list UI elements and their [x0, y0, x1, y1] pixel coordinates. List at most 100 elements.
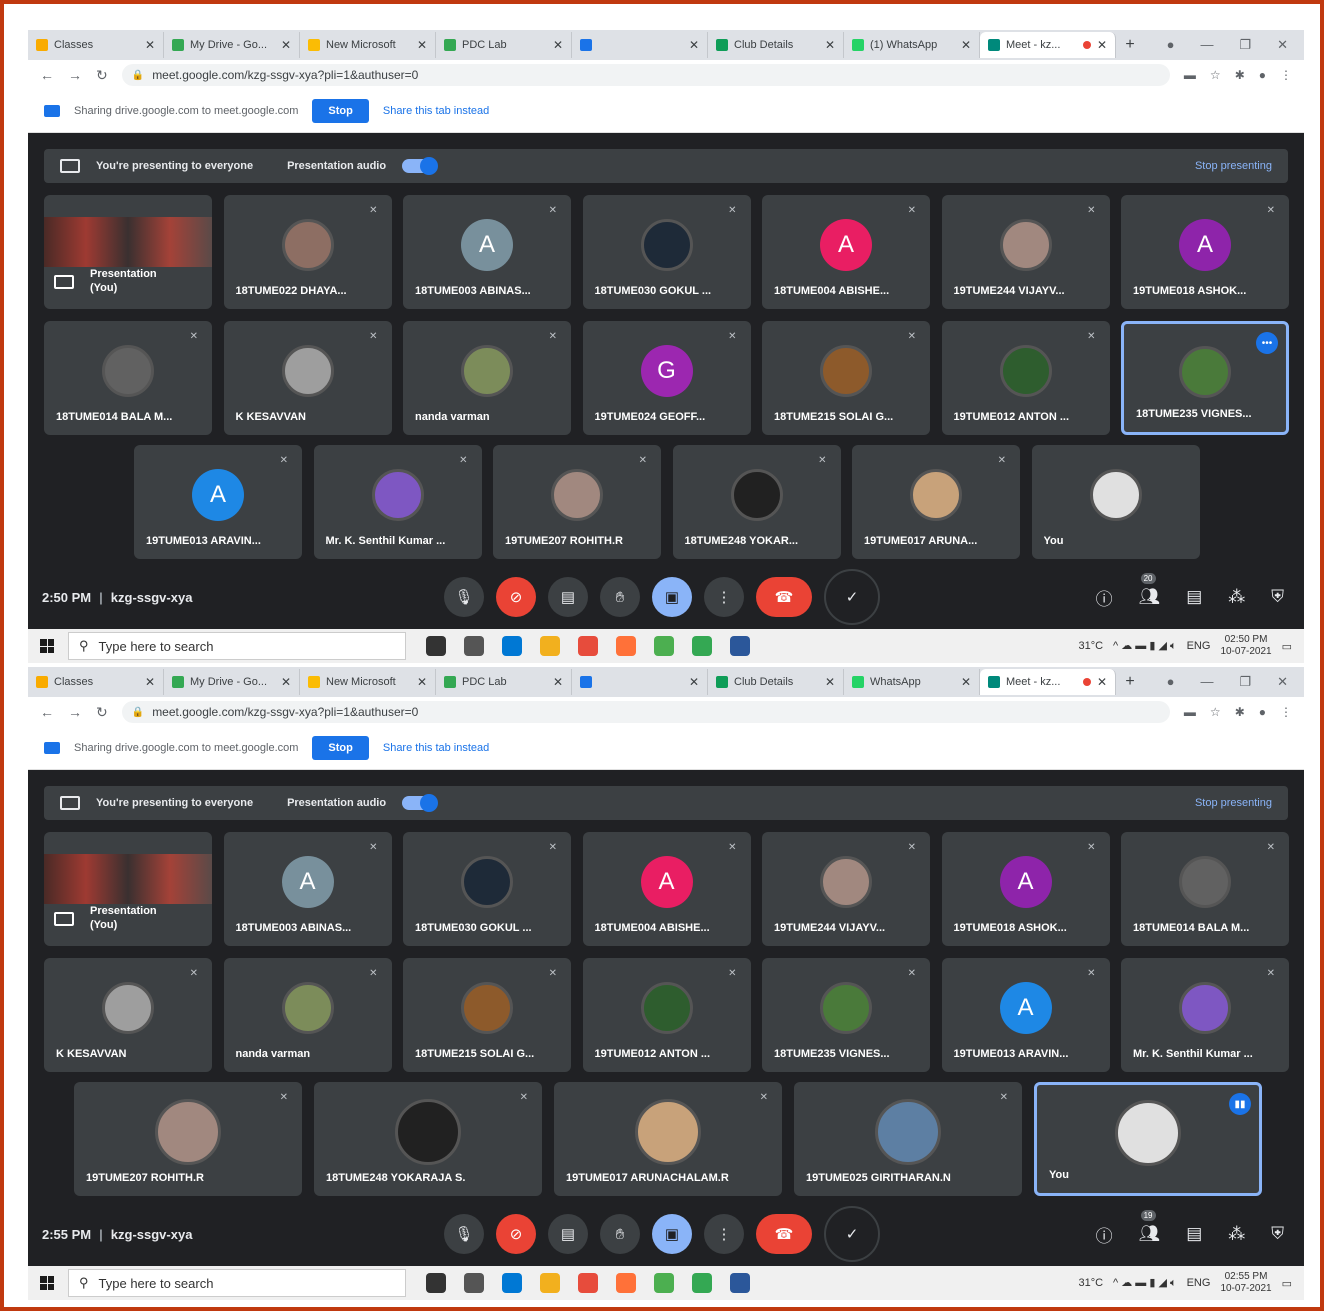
close-tab-icon[interactable]: ✕ [961, 38, 971, 52]
word-icon[interactable] [730, 636, 750, 656]
browser-tab[interactable]: WhatsApp ✕ [844, 669, 980, 695]
activities-icon[interactable]: ⁂ [1228, 1224, 1245, 1244]
close-tab-icon[interactable]: ✕ [281, 38, 291, 52]
activities-icon[interactable]: ⁂ [1228, 587, 1245, 607]
browser-tab[interactable]: Meet - kz... ✕ [980, 669, 1116, 695]
raise-hand-button[interactable]: ✋︎ [600, 1214, 640, 1254]
taskbar-search-box[interactable]: ⚲ Type here to search [68, 1269, 406, 1297]
back-icon[interactable]: ← [40, 704, 54, 720]
word-icon[interactable] [730, 1273, 750, 1293]
chrome-active-icon[interactable] [692, 1273, 712, 1293]
participant-tile[interactable]: A ✕ 19TUME013 ARAVIN... [134, 445, 302, 559]
participant-tile[interactable]: A ✕ 18TUME004 ABISHE... [582, 832, 751, 946]
participant-tile[interactable]: G ✕ 19TUME024 GEOFF... [582, 321, 751, 435]
taskbar-search-box[interactable]: ⚲ Type here to search [68, 632, 406, 660]
close-tab-icon[interactable]: ✕ [417, 38, 427, 52]
browser-tab[interactable]: Classes ✕ [28, 32, 164, 58]
participant-tile[interactable]: ✕ 19TUME244 VIJAYV... [762, 832, 930, 946]
stop-sharing-button[interactable]: Stop [312, 99, 369, 123]
participant-tile[interactable]: ▮▮ You [1034, 1082, 1262, 1196]
chat-icon[interactable]: ▤ [1186, 587, 1202, 607]
participant-tile[interactable]: ✕ nanda varman [403, 321, 571, 435]
captions-button[interactable]: ▤ [548, 577, 588, 617]
share-this-tab-link[interactable]: Share this tab instead [383, 742, 489, 754]
close-tab-icon[interactable]: ✕ [145, 675, 155, 689]
participant-tile[interactable]: ✕ 19TUME017 ARUNACHALAM.R [554, 1082, 782, 1196]
browser-tab[interactable]: Club Details ✕ [708, 32, 844, 58]
maximize-icon[interactable]: ❐ [1239, 674, 1251, 690]
participant-tile[interactable]: A ✕ 18TUME003 ABINAS... [223, 832, 392, 946]
profile-avatar-icon[interactable]: ● [1259, 68, 1266, 82]
participant-tile[interactable]: You [1031, 445, 1200, 559]
cortana-icon[interactable] [426, 636, 446, 656]
browser-tab[interactable]: Meet - kz... ✕ [980, 32, 1116, 58]
presentation-audio-toggle[interactable] [402, 794, 439, 812]
task-view-icon[interactable] [464, 636, 484, 656]
cortana-icon[interactable] [426, 1273, 446, 1293]
close-tab-icon[interactable]: ✕ [281, 675, 291, 689]
office-icon[interactable] [578, 1273, 598, 1293]
browser-tab[interactable]: New Microsoft ✕ [300, 669, 436, 695]
present-now-button[interactable]: ▣ [652, 1214, 692, 1254]
meeting-info-icon[interactable]: ⓘ [1096, 1222, 1113, 1247]
leave-call-button[interactable]: ☎︎ [756, 577, 812, 617]
microphone-button[interactable]: 🎙︎ [444, 1214, 484, 1254]
share-this-tab-link[interactable]: Share this tab instead [383, 105, 489, 117]
browser-tab[interactable]: Club Details ✕ [708, 669, 844, 695]
more-options-button[interactable]: ⋮ [704, 577, 744, 617]
browser-tab[interactable]: (1) WhatsApp ✕ [844, 32, 980, 58]
participant-tile[interactable]: ✕ 19TUME012 ANTON ... [941, 321, 1110, 435]
call-status-indicator[interactable]: ✓ [824, 1206, 880, 1262]
new-tab-button[interactable]: + [1116, 36, 1144, 54]
participant-tile[interactable]: ✕ 18TUME248 YOKAR... [672, 445, 841, 559]
participant-tile[interactable]: ✕ K KESAVVAN [223, 321, 392, 435]
leave-call-button[interactable]: ☎︎ [756, 1214, 812, 1254]
browser-tab[interactable]: New Microsoft ✕ [300, 32, 436, 58]
meeting-info-icon[interactable]: ⓘ [1096, 585, 1113, 610]
close-tab-icon[interactable]: ✕ [553, 38, 563, 52]
file-explorer-icon[interactable] [540, 1273, 560, 1293]
presentation-tile[interactable]: Presentation (You) [44, 195, 212, 309]
close-tab-icon[interactable]: ✕ [1097, 38, 1107, 52]
forward-icon[interactable]: → [68, 67, 82, 83]
raise-hand-button[interactable]: ✋︎ [600, 577, 640, 617]
camera-off-button[interactable]: ⊘ [496, 1214, 536, 1254]
camera-off-button[interactable]: ⊘ [496, 577, 536, 617]
participant-tile[interactable]: ✕ 19TUME244 VIJAYV... [941, 195, 1110, 309]
minimize-icon[interactable]: — [1200, 37, 1213, 53]
participant-tile[interactable]: ✕•••18TUME235 VIGNES... [1121, 321, 1289, 435]
browser-tab[interactable]: Classes ✕ [28, 669, 164, 695]
url-field[interactable]: 🔒 meet.google.com/kzg-ssgv-xya?pli=1&auth… [121, 64, 1170, 86]
reload-icon[interactable]: ↻ [96, 67, 108, 84]
bookmark-star-icon[interactable]: ☆ [1210, 705, 1221, 719]
reload-icon[interactable]: ↻ [96, 704, 108, 721]
participant-tile[interactable]: ✕ 18TUME248 YOKARAJA S. [314, 1082, 542, 1196]
participant-tile[interactable]: ✕ 18TUME022 DHAYA... [223, 195, 392, 309]
close-tab-icon[interactable]: ✕ [961, 675, 971, 689]
browser-tab[interactable]: PDC Lab ✕ [436, 669, 572, 695]
notifications-icon[interactable]: ▭ [1282, 1277, 1292, 1290]
browser-tab[interactable]: My Drive - Go... ✕ [164, 669, 300, 695]
presentation-audio-toggle[interactable] [402, 157, 439, 175]
forward-icon[interactable]: → [68, 704, 82, 720]
people-button[interactable]: 👥︎ 19 [1139, 1210, 1160, 1244]
browser-tab[interactable]: My Drive - Go... ✕ [164, 32, 300, 58]
file-explorer-icon[interactable] [540, 636, 560, 656]
captions-button[interactable]: ▤ [548, 1214, 588, 1254]
close-tab-icon[interactable]: ✕ [145, 38, 155, 52]
bookmark-star-icon[interactable]: ☆ [1210, 68, 1221, 82]
chrome-icon[interactable] [654, 1273, 674, 1293]
minimize-icon[interactable]: — [1200, 674, 1213, 690]
participant-tile[interactable]: ✕ 18TUME215 SOLAI G... [403, 958, 571, 1072]
firefox-icon[interactable] [616, 1273, 636, 1293]
call-status-indicator[interactable]: ✓ [824, 569, 880, 625]
windows-start-icon[interactable] [40, 1276, 54, 1290]
chrome-active-icon[interactable] [692, 636, 712, 656]
participant-tile[interactable]: ✕ 19TUME207 ROHITH.R [74, 1082, 302, 1196]
participant-tile[interactable]: ✕ 18TUME235 VIGNES... [762, 958, 930, 1072]
close-tab-icon[interactable]: ✕ [825, 675, 835, 689]
browser-tab[interactable]: ✕ [572, 669, 708, 695]
browser-tab[interactable]: ✕ [572, 32, 708, 58]
camera-icon[interactable]: ▬ [1184, 705, 1196, 719]
browser-tab[interactable]: PDC Lab ✕ [436, 32, 572, 58]
